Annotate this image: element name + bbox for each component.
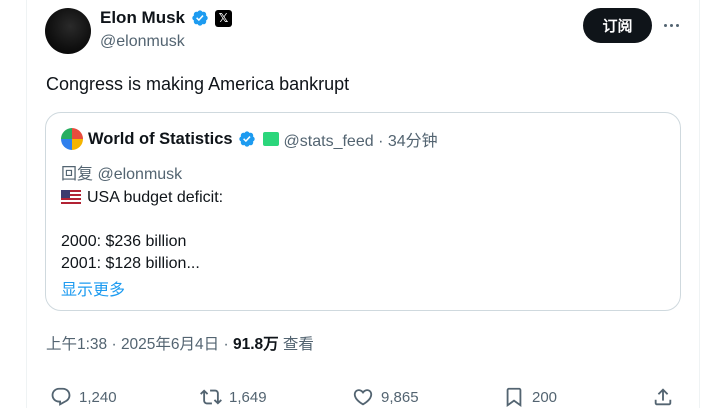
quote-body-line: [61, 209, 223, 231]
tweet-timestamp[interactable]: 上午1:38 · 2025年6月4日 ·: [46, 336, 233, 353]
verified-badge-icon[interactable]: [191, 9, 209, 27]
tweet-meta: 上午1:38 · 2025年6月4日 · 91.8万 查看: [46, 332, 314, 354]
repost-button[interactable]: 1,649: [200, 386, 267, 408]
quoted-tweet-card[interactable]: World of Statistics @stats_feed · 34分钟 回…: [45, 112, 681, 311]
right-border: [699, 0, 700, 408]
quote-body-line: 2000: $236 billion: [61, 233, 187, 250]
us-flag-icon: [61, 190, 81, 204]
quote-body: USA budget deficit: 2000: $236 billion 2…: [61, 187, 223, 275]
reply-button[interactable]: 1,240: [50, 386, 117, 408]
repost-count: 1,649: [229, 388, 267, 406]
bookmark-icon: [506, 387, 522, 408]
quote-header: World of Statistics @stats_feed · 34分钟: [61, 127, 438, 151]
subscribe-button[interactable]: 订阅: [583, 8, 652, 43]
like-button[interactable]: 9,865: [352, 386, 419, 408]
author-avatar[interactable]: [45, 8, 91, 54]
quote-body-line: USA budget deficit:: [61, 187, 223, 209]
bookmark-count: 200: [532, 388, 558, 406]
views-count: 91.8万: [232, 336, 279, 353]
views-label: 查看: [278, 336, 314, 353]
share-button[interactable]: [652, 386, 674, 408]
like-count: 9,865: [381, 388, 419, 406]
quote-verified-badge-icon: [238, 131, 255, 147]
author-handle[interactable]: @elonmusk: [100, 33, 185, 51]
action-bar: 1,240 1,649 9,865 200: [50, 386, 680, 410]
more-options-icon[interactable]: [660, 14, 682, 36]
quote-display-name[interactable]: World of Statistics: [88, 130, 233, 149]
share-icon: [654, 388, 672, 406]
author-name-row: Elon Musk 𝕏: [100, 8, 233, 28]
x-affiliate-icon[interactable]: 𝕏: [215, 9, 233, 27]
heart-icon: [353, 389, 373, 406]
author-display-name[interactable]: Elon Musk: [100, 8, 185, 28]
quote-body-line: 2001: $128 billion...: [61, 255, 200, 272]
quote-affiliate-badge-icon: [262, 132, 279, 146]
quote-handle-time: @stats_feed · 34分钟: [283, 133, 438, 150]
bookmark-button[interactable]: 200: [503, 386, 557, 408]
show-more-link[interactable]: 显示更多: [61, 276, 125, 300]
left-border: [26, 0, 27, 408]
reply-icon: [51, 387, 71, 406]
quote-reply-line: 回复 @elonmusk: [61, 166, 183, 183]
quote-avatar[interactable]: [61, 128, 83, 150]
reply-count: 1,240: [79, 388, 117, 406]
tweet-text: Congress is making America bankrupt: [46, 74, 350, 94]
repost-icon: [200, 389, 222, 405]
